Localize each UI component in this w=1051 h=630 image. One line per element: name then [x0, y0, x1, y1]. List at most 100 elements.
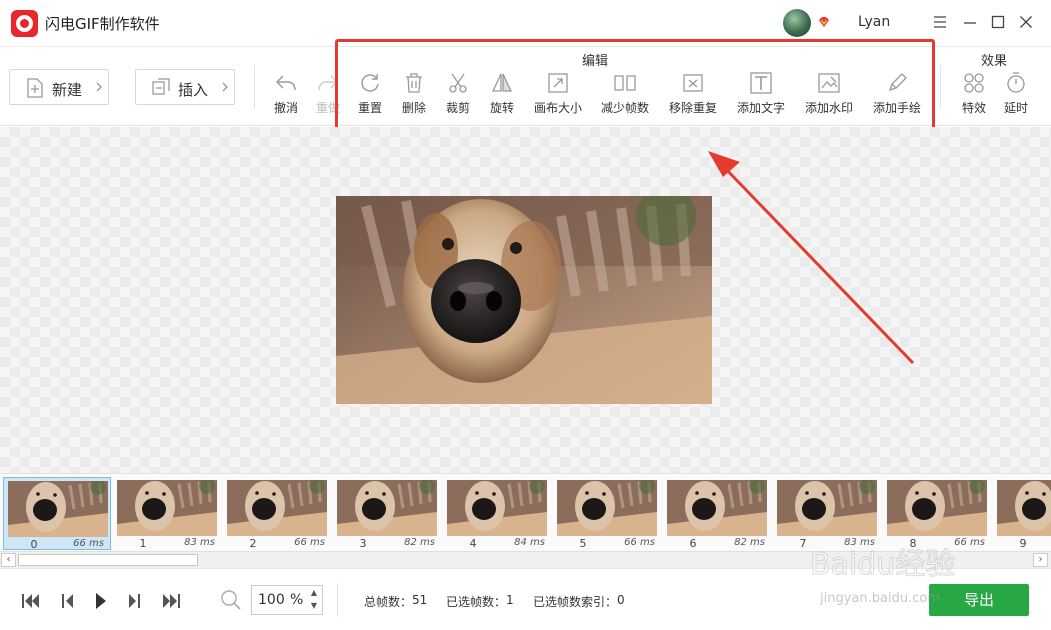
zoom-input[interactable]: 100 % ▲ ▼: [251, 585, 323, 615]
delay-button[interactable]: 延时: [988, 71, 1044, 119]
step-forward-icon: [129, 594, 140, 608]
frame-duration: 66 ms: [954, 537, 985, 548]
chevron-right-icon: [222, 82, 228, 92]
remove-duplicates-icon: [683, 74, 703, 92]
frame-index: 4: [469, 537, 477, 550]
redo-icon: [318, 75, 338, 91]
first-frame-button[interactable]: [20, 591, 42, 611]
add-text-label: 添加文字: [736, 101, 785, 115]
frame-thumbnail[interactable]: 0 66 ms: [3, 477, 111, 551]
frame-index: 9: [1019, 537, 1027, 550]
selected-count-label: 已选帧数：: [446, 595, 507, 609]
effects-group-title: 效果: [981, 54, 1008, 69]
toolbar-divider: [940, 65, 941, 109]
frame-thumbnail-image: [887, 480, 987, 536]
frame-image: [777, 480, 877, 536]
zoom-value: 100: [258, 592, 285, 608]
filmstrip-scrollbar[interactable]: ‹ ›: [0, 551, 1051, 568]
text-icon: [750, 72, 772, 94]
frame-image: [557, 480, 657, 536]
edit-group-title: 编辑: [582, 54, 609, 69]
frame-index: 5: [579, 537, 587, 550]
minimize-icon: [964, 22, 976, 24]
close-icon: [1020, 16, 1032, 28]
resize-icon: [548, 73, 568, 93]
remove-duplicates-label: 移除重复: [668, 101, 717, 115]
selected-index-value: 0: [617, 593, 625, 607]
frame-filmstrip: 0 66 ms 1 83 ms 2 66 ms 3 82 ms 4 84 ms 5 66 ms 6 82 …: [0, 473, 1051, 551]
frame-index: 0: [30, 538, 38, 551]
reduce-frames-button[interactable]: 减少帧数: [597, 71, 653, 119]
frame-index: 1: [139, 537, 147, 550]
remove-duplicates-button[interactable]: 移除重复: [665, 71, 721, 119]
hamburger-icon: [934, 16, 946, 28]
effects-icon: [964, 73, 984, 93]
new-button[interactable]: 新建: [9, 69, 109, 105]
frame-index: 2: [249, 537, 257, 550]
add-watermark-button[interactable]: 添加水印: [801, 71, 857, 119]
timer-icon: [1007, 72, 1025, 93]
frame-image: [227, 480, 327, 536]
frame-thumbnail-image: [777, 480, 877, 536]
last-frame-button[interactable]: [160, 591, 182, 611]
insert-button[interactable]: 插入: [135, 69, 235, 105]
frame-duration: 82 ms: [404, 537, 435, 548]
next-frame-button[interactable]: [124, 591, 146, 611]
vip-diamond-icon[interactable]: [817, 15, 831, 29]
watermark-icon: [818, 73, 840, 93]
undo-icon: [276, 75, 296, 91]
rotate-button[interactable]: 旋转: [474, 71, 530, 119]
frame-thumbnail[interactable]: 2 66 ms: [223, 477, 331, 550]
zoom-down-button[interactable]: ▼: [308, 601, 320, 613]
avatar[interactable]: [783, 9, 811, 37]
new-label: 新建: [52, 81, 83, 99]
frame-duration: 82 ms: [734, 537, 765, 548]
frame-thumbnail-image: [337, 480, 437, 536]
add-drawing-label: 添加手绘: [872, 101, 921, 115]
play-icon: [96, 593, 106, 609]
frame-image: [667, 480, 767, 536]
close-button[interactable]: [1016, 12, 1036, 32]
frame-index: 3: [359, 537, 367, 550]
frame-image: [447, 480, 547, 536]
canvas-size-button[interactable]: 画布大小: [530, 71, 586, 119]
username[interactable]: Lyan: [858, 14, 890, 30]
export-button[interactable]: 导出: [929, 584, 1029, 616]
menu-button[interactable]: [930, 12, 950, 32]
frame-thumbnail[interactable]: 9: [993, 477, 1051, 550]
scroll-left-button[interactable]: ‹: [1, 553, 16, 567]
frame-image: [887, 480, 987, 536]
frame-thumbnail[interactable]: 3 82 ms: [333, 477, 441, 550]
scroll-right-button[interactable]: ›: [1033, 553, 1048, 567]
frame-thumbnail[interactable]: 1 83 ms: [113, 477, 221, 550]
frame-thumbnail[interactable]: 6 82 ms: [663, 477, 771, 550]
frame-duration: 66 ms: [624, 537, 655, 548]
frame-duration: 66 ms: [73, 538, 104, 549]
total-frames-value: 51: [412, 593, 428, 607]
add-drawing-button[interactable]: 添加手绘: [869, 71, 925, 119]
frame-index: 7: [799, 537, 807, 550]
gif-preview[interactable]: [336, 196, 712, 404]
frame-thumbnail-image: [997, 480, 1051, 536]
add-text-button[interactable]: 添加文字: [733, 71, 789, 119]
selected-index-label: 已选帧数索引：: [533, 595, 618, 609]
minimize-button[interactable]: [960, 12, 980, 32]
frame-thumbnail[interactable]: 7 83 ms: [773, 477, 881, 550]
insert-label: 插入: [178, 81, 209, 99]
flip-icon: [491, 73, 513, 92]
scroll-thumb[interactable]: [18, 554, 198, 566]
status-bar: 100 % ▲ ▼ 总帧数： 51 已选帧数： 1 已选帧数索引： 0 导出: [0, 568, 1051, 630]
frame-thumbnail-image: [117, 480, 217, 536]
frame-thumbnail[interactable]: 8 66 ms: [883, 477, 991, 550]
chevron-right-icon: [96, 82, 102, 92]
frame-thumbnail[interactable]: 4 84 ms: [443, 477, 551, 550]
frame-thumbnail-image: [667, 480, 767, 536]
play-button[interactable]: [90, 591, 112, 611]
frame-thumbnail[interactable]: 5 66 ms: [553, 477, 661, 550]
add-watermark-label: 添加水印: [804, 101, 853, 115]
toolbar-divider: [254, 65, 255, 109]
reduce-frames-icon: [614, 75, 636, 91]
prev-frame-button[interactable]: [56, 591, 78, 611]
maximize-button[interactable]: [988, 12, 1008, 32]
zoom-up-button[interactable]: ▲: [308, 588, 320, 600]
